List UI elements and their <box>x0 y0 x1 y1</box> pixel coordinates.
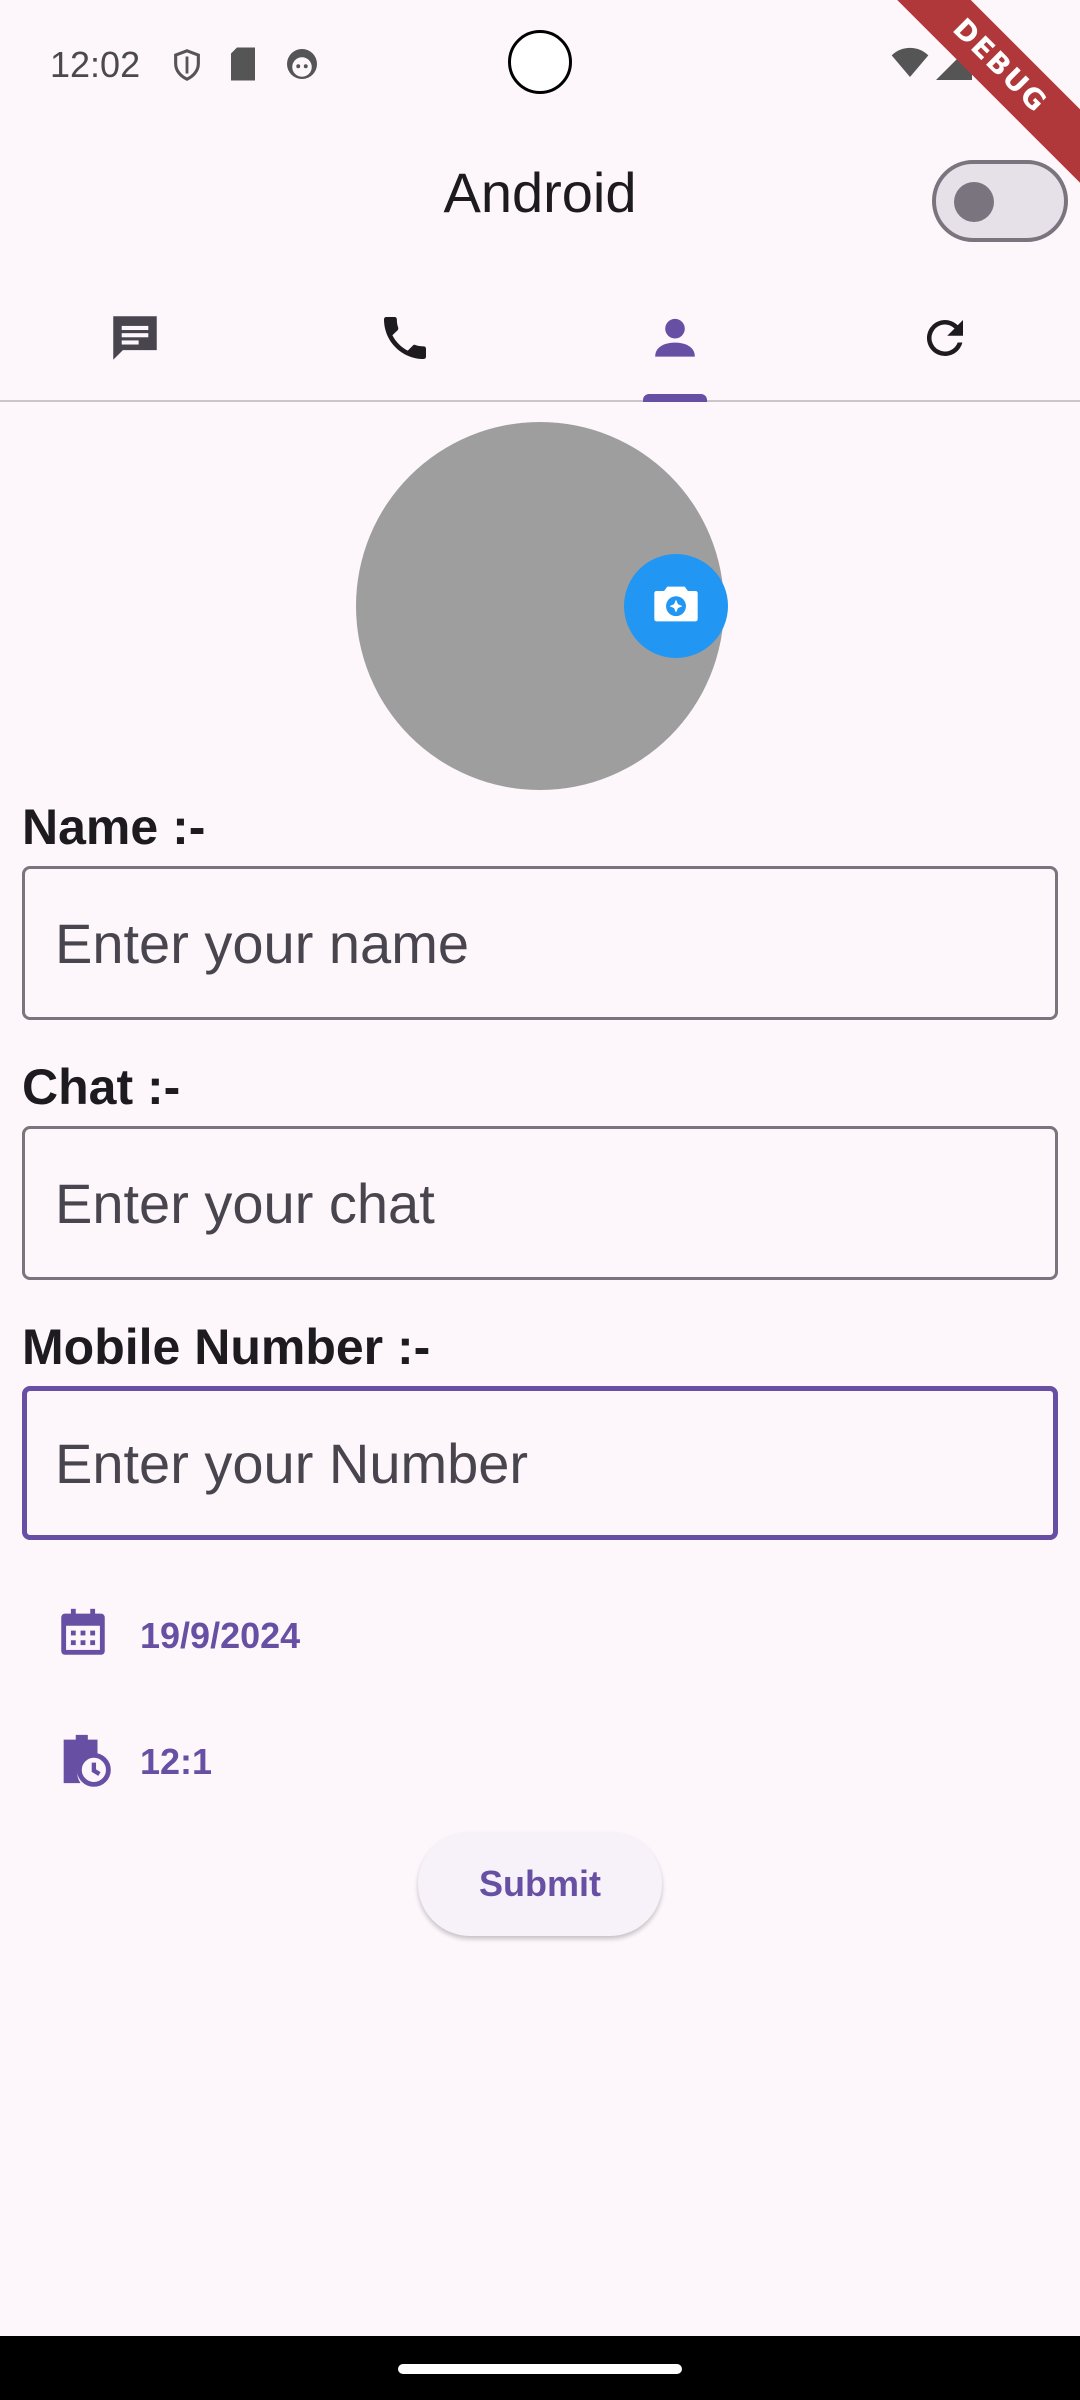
time-picker-button[interactable]: 12:1 <box>54 1730 212 1793</box>
refresh-icon <box>918 311 972 370</box>
tab-indicator <box>643 394 707 402</box>
message-icon <box>106 309 164 372</box>
submit-button[interactable]: Submit <box>418 1832 662 1936</box>
sd-card-icon <box>228 46 258 87</box>
face-icon <box>284 46 320 87</box>
camera-button[interactable] <box>624 554 728 658</box>
switch-thumb <box>954 182 994 222</box>
phone-icon <box>377 310 433 371</box>
home-indicator[interactable] <box>398 2364 682 2374</box>
selected-date: 19/9/2024 <box>140 1614 301 1656</box>
camera-icon <box>650 578 702 635</box>
tab-refresh[interactable] <box>810 280 1080 400</box>
shield-icon <box>170 46 204 89</box>
chat-label: Chat :- <box>22 1059 181 1115</box>
name-label: Name :- <box>22 799 206 855</box>
mobile-number-label: Mobile Number :- <box>22 1319 431 1375</box>
chat-input[interactable] <box>22 1126 1058 1280</box>
selected-time: 12:1 <box>140 1740 213 1782</box>
status-time: 12:02 <box>50 44 141 85</box>
calendar-icon <box>54 1604 112 1667</box>
front-camera-cutout <box>508 30 572 94</box>
clock-icon <box>54 1730 112 1793</box>
name-input[interactable] <box>22 866 1058 1020</box>
system-navigation-bar <box>0 2336 1080 2400</box>
theme-toggle-switch[interactable] <box>932 160 1068 242</box>
date-picker-button[interactable]: 19/9/2024 <box>54 1604 300 1667</box>
tab-profile[interactable] <box>540 280 810 402</box>
tab-chats[interactable] <box>0 280 270 400</box>
app-title: Android <box>443 161 637 224</box>
wifi-icon <box>890 44 930 85</box>
tab-calls[interactable] <box>270 280 540 400</box>
person-icon <box>647 310 703 371</box>
tab-bar <box>0 280 1080 402</box>
mobile-number-input[interactable] <box>22 1386 1058 1540</box>
